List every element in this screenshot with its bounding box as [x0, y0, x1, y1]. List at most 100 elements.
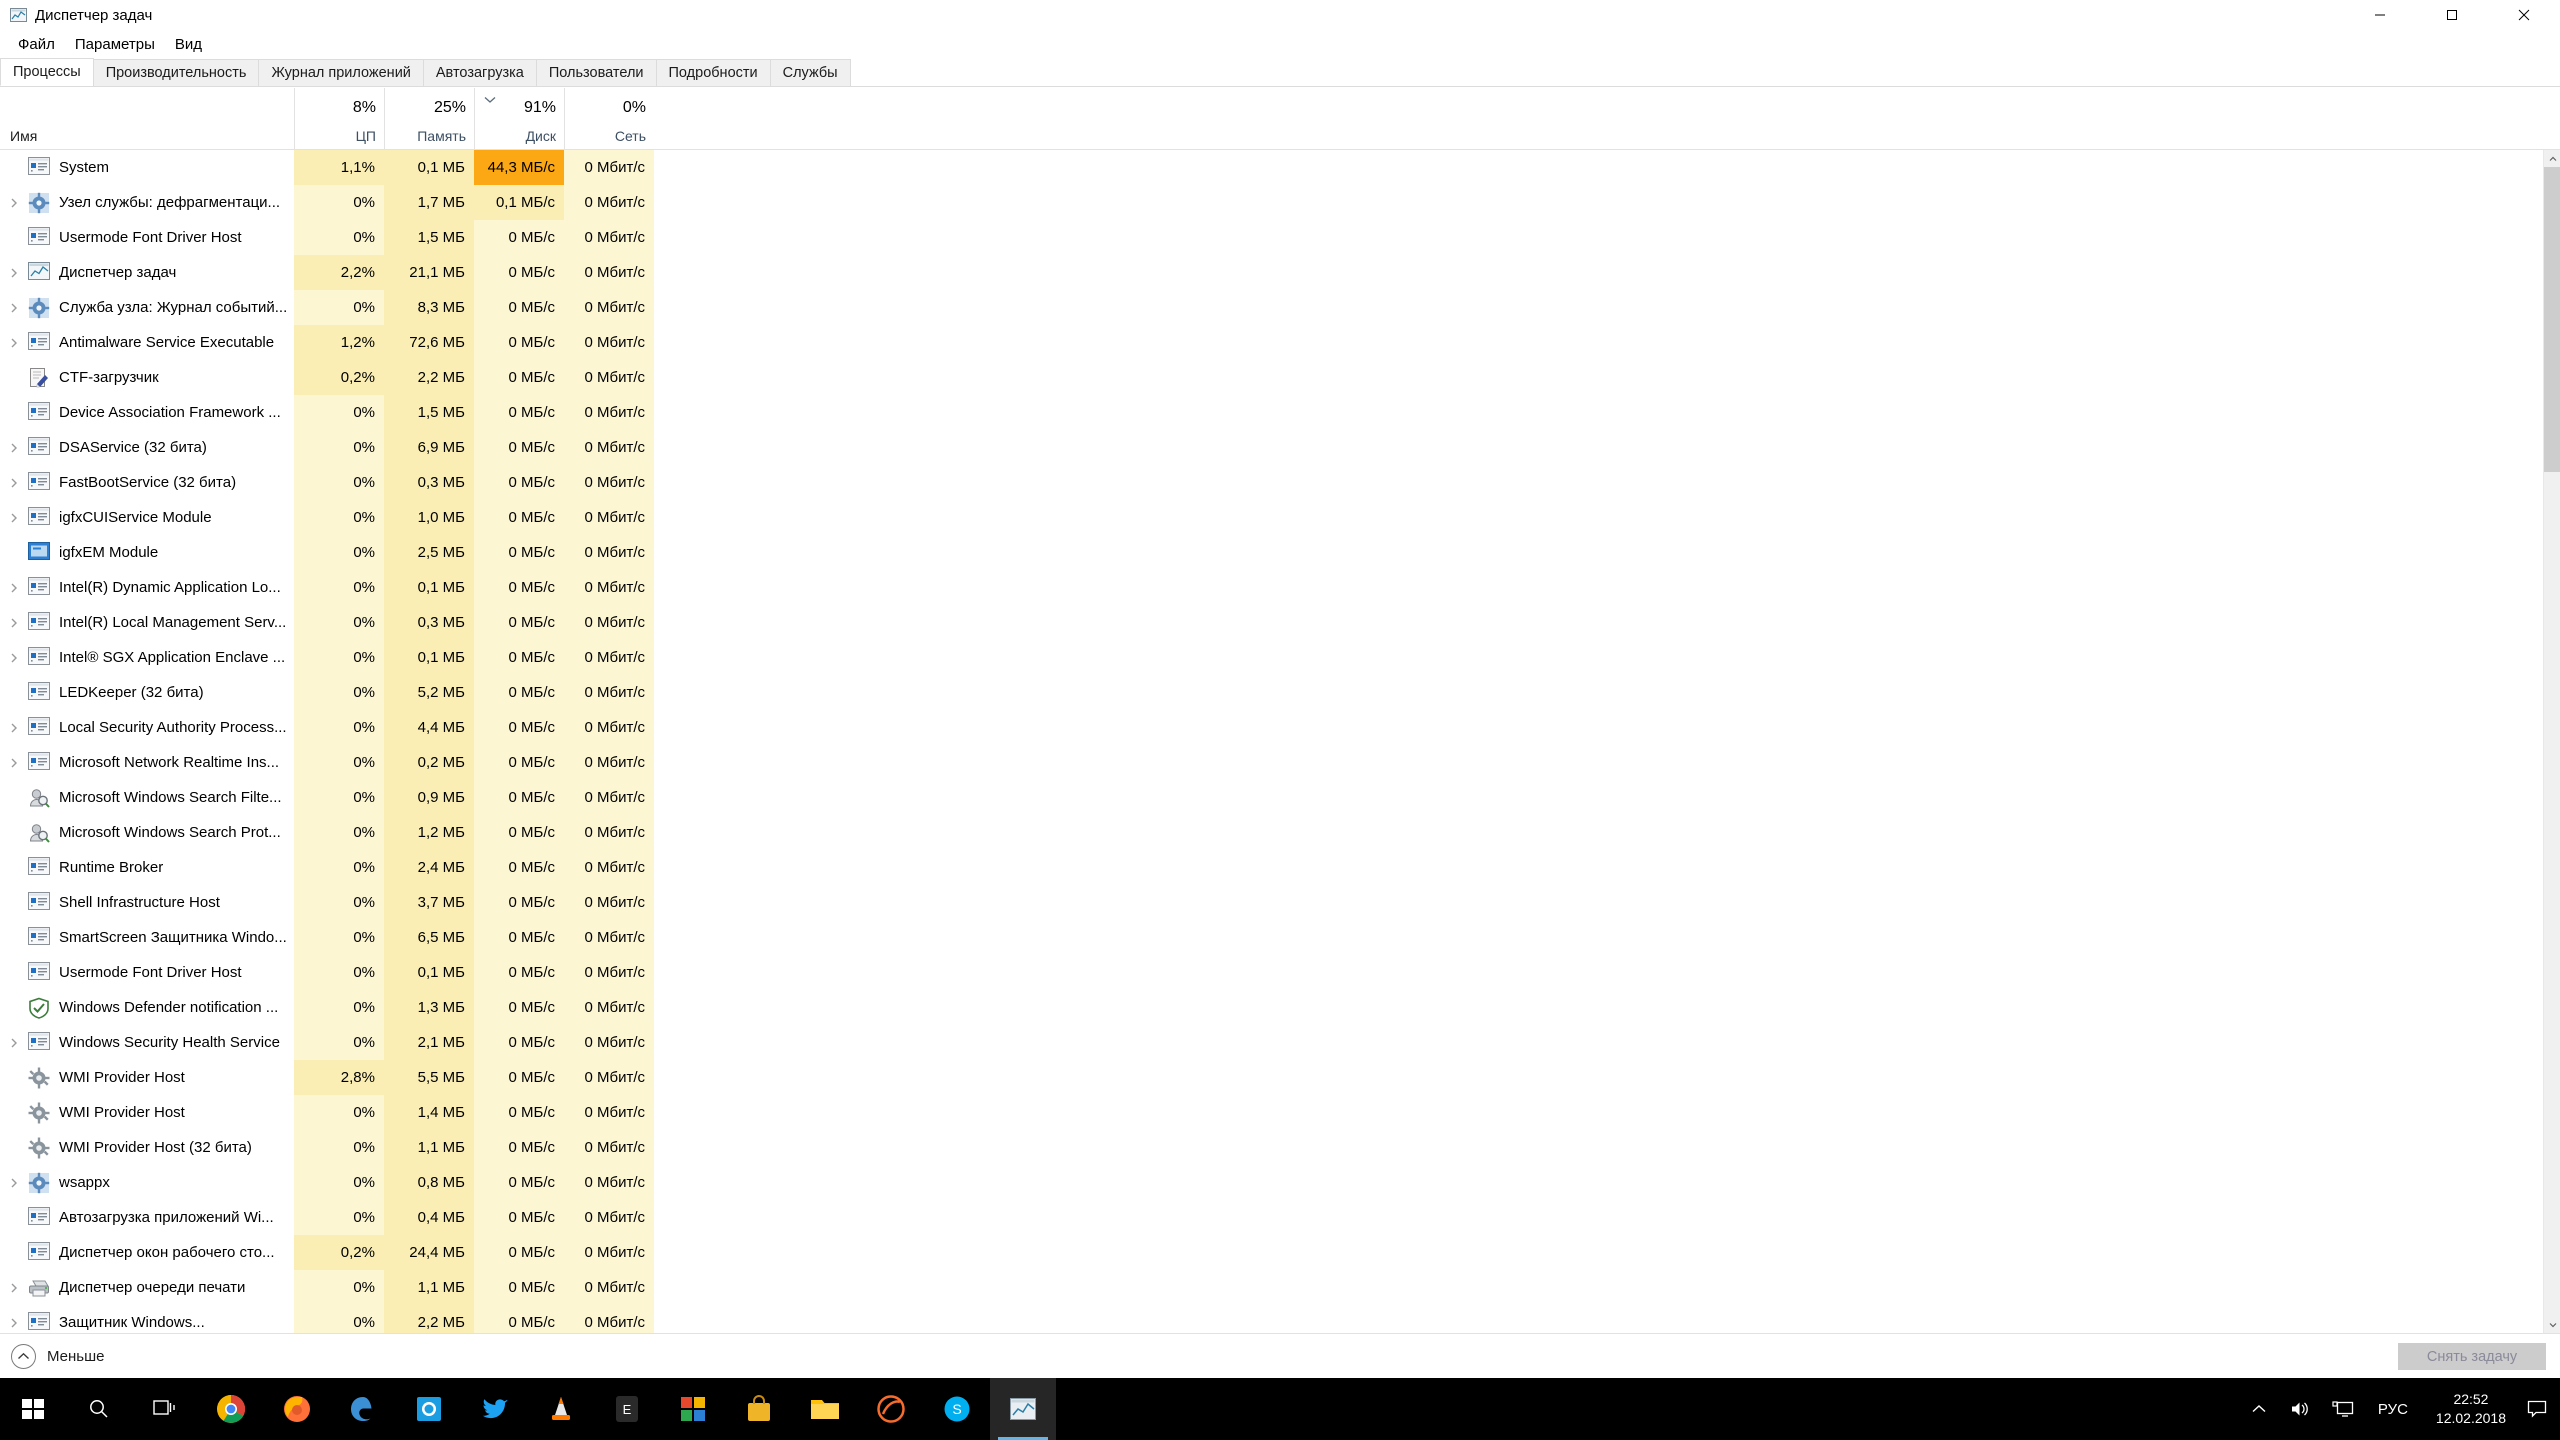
process-row[interactable]: Microsoft Network Realtime Ins... 0% 0,2 М… [0, 745, 2560, 780]
photos-icon[interactable] [396, 1378, 462, 1440]
tab-1[interactable]: Производительность [92, 59, 260, 86]
menu-item-2[interactable]: Вид [165, 34, 212, 55]
expand-chevron-icon[interactable] [0, 1317, 28, 1329]
origin-icon[interactable] [858, 1378, 924, 1440]
process-name-cell[interactable]: SmartScreen Защитника Windo... [0, 920, 294, 955]
process-row[interactable]: Microsoft Windows Search Filte... 0% 0,9 М… [0, 780, 2560, 815]
expand-chevron-icon[interactable] [0, 1177, 28, 1189]
process-name-cell[interactable]: igfxCUIService Module [0, 500, 294, 535]
language-indicator[interactable]: РУС [2364, 1401, 2422, 1418]
process-row[interactable]: Runtime Broker 0% 2,4 МБ 0 МБ/с 0 Мбит/с [0, 850, 2560, 885]
process-row[interactable]: Защитник Windows... 0% 2,2 МБ 0 МБ/с 0 Мбит/… [0, 1305, 2560, 1333]
firefox-icon[interactable] [264, 1378, 330, 1440]
column-header-cpu[interactable]: 8% ЦП [294, 88, 384, 149]
process-row[interactable]: SmartScreen Защитника Windo... 0% 6,5 МБ 0 … [0, 920, 2560, 955]
process-name-cell[interactable]: Узел службы: дефрагментаци... [0, 185, 294, 220]
expand-chevron-icon[interactable] [0, 197, 28, 209]
column-header-name[interactable]: Имя [0, 88, 294, 149]
tab-6[interactable]: Службы [769, 59, 851, 86]
chrome-icon[interactable] [198, 1378, 264, 1440]
process-name-cell[interactable]: wsappx [0, 1165, 294, 1200]
monitor-network-icon[interactable] [2322, 1378, 2364, 1440]
column-header-net[interactable]: 0% Сеть [564, 88, 654, 149]
process-row[interactable]: WMI Provider Host 0% 1,4 МБ 0 МБ/с 0 Мбит/с [0, 1095, 2560, 1130]
process-row[interactable]: WMI Provider Host 2,8% 5,5 МБ 0 МБ/с 0 Мбит/… [0, 1060, 2560, 1095]
process-row[interactable]: igfxCUIService Module 0% 1,0 МБ 0 МБ/с 0 Мби… [0, 500, 2560, 535]
process-name-cell[interactable]: Служба узла: Журнал событий... [0, 290, 294, 325]
process-row[interactable]: FastBootService (32 бита) 0% 0,3 МБ 0 МБ/с 0… [0, 465, 2560, 500]
clock[interactable]: 22:52 12.02.2018 [2422, 1390, 2520, 1428]
process-name-cell[interactable]: CTF-загрузчик [0, 360, 294, 395]
notification-icon[interactable] [2520, 1378, 2554, 1440]
process-name-cell[interactable]: Intel® SGX Application Enclave ... [0, 640, 294, 675]
gallery-icon[interactable] [660, 1378, 726, 1440]
process-name-cell[interactable]: Antimalware Service Executable [0, 325, 294, 360]
expand-chevron-icon[interactable] [0, 652, 28, 664]
expand-chevron-icon[interactable] [0, 1282, 28, 1294]
process-name-cell[interactable]: Device Association Framework ... [0, 395, 294, 430]
expand-chevron-icon[interactable] [0, 267, 28, 279]
process-name-cell[interactable]: igfxEM Module [0, 535, 294, 570]
process-name-cell[interactable]: Диспетчер окон рабочего сто... [0, 1235, 294, 1270]
process-row[interactable]: WMI Provider Host (32 бита) 0% 1,1 МБ 0 МБ/… [0, 1130, 2560, 1165]
scroll-down-arrow[interactable] [2544, 1316, 2560, 1333]
chevron-up-icon[interactable] [2238, 1378, 2280, 1440]
expand-chevron-icon[interactable] [0, 722, 28, 734]
process-row[interactable]: Windows Security Health Service 0% 2,1 МБ 0… [0, 1025, 2560, 1060]
column-header-disk[interactable]: 91% Диск [474, 88, 564, 149]
twitter-icon[interactable] [462, 1378, 528, 1440]
process-name-cell[interactable]: Local Security Authority Process... [0, 710, 294, 745]
edge-icon[interactable] [330, 1378, 396, 1440]
process-name-cell[interactable]: Usermode Font Driver Host [0, 220, 294, 255]
tab-3[interactable]: Автозагрузка [422, 59, 537, 86]
process-name-cell[interactable]: Microsoft Windows Search Prot... [0, 815, 294, 850]
process-name-cell[interactable]: WMI Provider Host (32 бита) [0, 1130, 294, 1165]
search-icon[interactable] [66, 1378, 132, 1440]
process-row[interactable]: System 1,1% 0,1 МБ 44,3 МБ/с 0 Мбит/с [0, 150, 2560, 185]
process-row[interactable]: wsappx 0% 0,8 МБ 0 МБ/с 0 Мбит/с [0, 1165, 2560, 1200]
process-name-cell[interactable]: Intel(R) Local Management Serv... [0, 605, 294, 640]
process-row[interactable]: Intel(R) Local Management Serv... 0% 0,3 М… [0, 605, 2560, 640]
tab-0[interactable]: Процессы [0, 58, 94, 86]
scroll-up-arrow[interactable] [2544, 150, 2560, 167]
expand-chevron-icon[interactable] [0, 757, 28, 769]
vlc-cone-icon[interactable] [528, 1378, 594, 1440]
taskbar-task-manager-icon[interactable] [990, 1378, 1056, 1440]
process-row[interactable]: Usermode Font Driver Host 0% 0,1 МБ 0 МБ/с 0… [0, 955, 2560, 990]
process-name-cell[interactable]: FastBootService (32 бита) [0, 465, 294, 500]
process-row[interactable]: Shell Infrastructure Host 0% 3,7 МБ 0 МБ/с 0… [0, 885, 2560, 920]
expand-chevron-icon[interactable] [0, 337, 28, 349]
process-row[interactable]: Windows Defender notification ... 0% 1,3 М… [0, 990, 2560, 1025]
speaker-icon[interactable] [2280, 1378, 2322, 1440]
process-name-cell[interactable]: LEDKeeper (32 бита) [0, 675, 294, 710]
tab-2[interactable]: Журнал приложений [258, 59, 424, 86]
tab-5[interactable]: Подробности [655, 59, 771, 86]
epic-games-icon[interactable]: E [594, 1378, 660, 1440]
process-row[interactable]: Local Security Authority Process... 0% 4,4… [0, 710, 2560, 745]
expand-chevron-icon[interactable] [0, 617, 28, 629]
menu-item-0[interactable]: Файл [8, 34, 65, 55]
expand-chevron-icon[interactable] [0, 442, 28, 454]
process-name-cell[interactable]: WMI Provider Host [0, 1095, 294, 1130]
menu-item-1[interactable]: Параметры [65, 34, 165, 55]
process-name-cell[interactable]: Диспетчер задач [0, 255, 294, 290]
end-task-button[interactable]: Снять задачу [2398, 1343, 2546, 1370]
tab-4[interactable]: Пользователи [535, 59, 657, 86]
process-row[interactable]: Intel® SGX Application Enclave ... 0% 0,1 … [0, 640, 2560, 675]
process-name-cell[interactable]: Microsoft Windows Search Filte... [0, 780, 294, 815]
minimize-button[interactable] [2344, 0, 2416, 30]
process-row[interactable]: CTF-загрузчик 0,2% 2,2 МБ 0 МБ/с 0 Мбит/с [0, 360, 2560, 395]
process-name-cell[interactable]: Shell Infrastructure Host [0, 885, 294, 920]
process-name-cell[interactable]: DSAService (32 бита) [0, 430, 294, 465]
process-name-cell[interactable]: System [0, 150, 294, 185]
process-name-cell[interactable]: Intel(R) Dynamic Application Lo... [0, 570, 294, 605]
maximize-button[interactable] [2416, 0, 2488, 30]
process-row[interactable]: Antimalware Service Executable 1,2% 72,6 М… [0, 325, 2560, 360]
store-icon[interactable] [726, 1378, 792, 1440]
expand-chevron-icon[interactable] [0, 512, 28, 524]
skype-icon[interactable]: S [924, 1378, 990, 1440]
process-row[interactable]: Диспетчер окон рабочего сто... 0,2% 24,4 М… [0, 1235, 2560, 1270]
expand-chevron-icon[interactable] [0, 1037, 28, 1049]
expand-chevron-icon[interactable] [0, 302, 28, 314]
process-row[interactable]: Microsoft Windows Search Prot... 0% 1,2 МБ… [0, 815, 2560, 850]
